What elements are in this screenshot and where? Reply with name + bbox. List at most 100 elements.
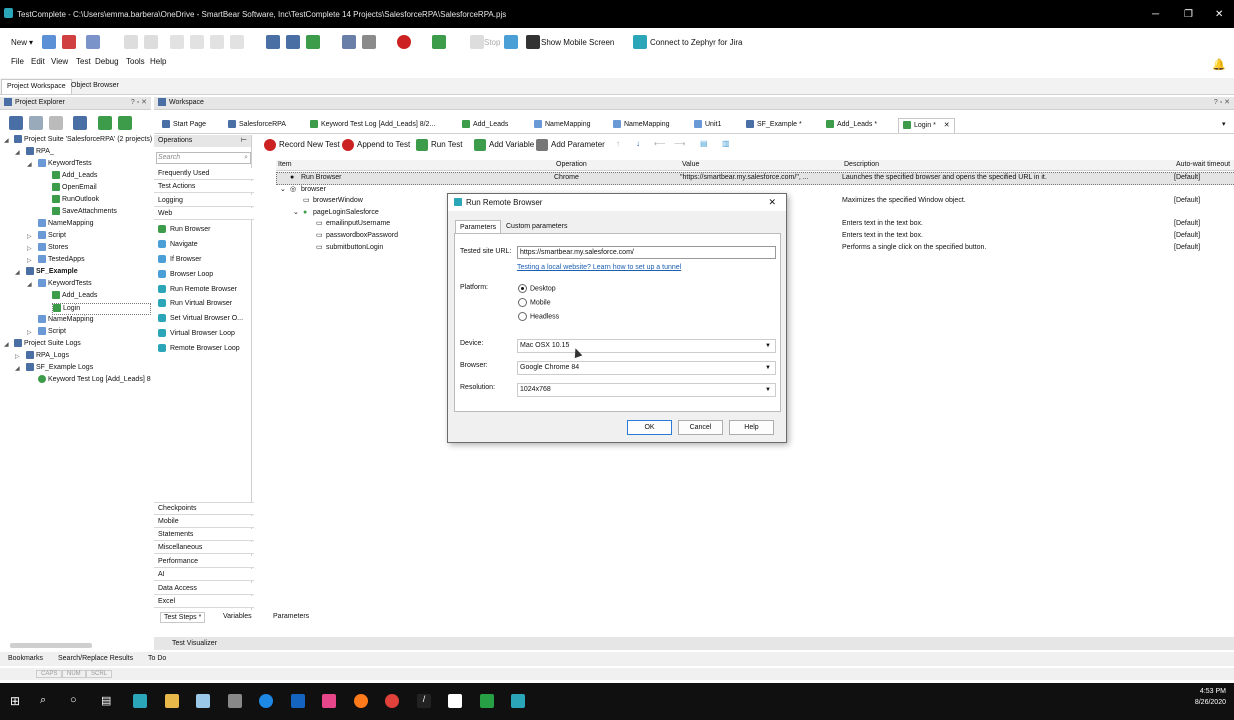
tab-object-browser[interactable]: Object Browser bbox=[66, 79, 124, 93]
append-to-test-button[interactable]: Append to Test bbox=[342, 139, 410, 151]
doc-tab[interactable]: Add_Leads bbox=[462, 118, 508, 132]
move-right-icon[interactable]: ⟶ bbox=[674, 139, 685, 148]
add-variable-button[interactable]: Add Variable bbox=[474, 139, 534, 151]
category-checkpoints[interactable]: Checkpoints bbox=[154, 502, 254, 515]
tab-project-workspace[interactable]: Project Workspace bbox=[1, 79, 72, 94]
dialog-close-icon[interactable]: ✕ bbox=[768, 194, 776, 211]
resolution-select[interactable]: 1024x768 ▼ bbox=[517, 383, 776, 397]
cell-timeout[interactable]: [Default] bbox=[1174, 173, 1200, 183]
tree-node[interactable]: NameMapping bbox=[38, 219, 94, 229]
open-icon[interactable] bbox=[42, 35, 56, 49]
doc-tab[interactable]: SF_Example * bbox=[746, 118, 802, 132]
collapse-icon[interactable]: ◢ bbox=[27, 161, 32, 168]
tree-node[interactable]: Add_Leads bbox=[52, 291, 97, 301]
category-excel[interactable]: Excel bbox=[154, 596, 254, 608]
tab-list-dropdown-icon[interactable]: ▾ bbox=[1222, 118, 1226, 132]
category-miscellaneous[interactable]: Miscellaneous bbox=[154, 542, 254, 554]
add-item-tree-icon[interactable] bbox=[29, 116, 43, 130]
device-select[interactable]: Mac OSX 10.15 ▼ bbox=[517, 339, 776, 353]
menu-tools[interactable]: Tools bbox=[126, 57, 145, 66]
tree-node[interactable]: RPA_Logs bbox=[26, 351, 69, 361]
cell-operation[interactable]: Chrome bbox=[554, 173, 579, 183]
tab-test-steps[interactable]: Test Steps * bbox=[160, 612, 206, 623]
testcomplete-taskbar-icon[interactable] bbox=[511, 694, 525, 708]
cell-item[interactable]: pageLoginSalesforce bbox=[313, 208, 379, 218]
collapse-icon[interactable]: ◢ bbox=[15, 149, 20, 156]
add-existing-item-icon[interactable] bbox=[286, 35, 300, 49]
op-if-browser[interactable]: If Browser bbox=[158, 254, 202, 265]
category-test-actions[interactable]: Test Actions bbox=[154, 181, 254, 193]
run-selected-icon[interactable] bbox=[118, 116, 132, 130]
test-visualizer-bar[interactable]: Test Visualizer bbox=[154, 637, 1234, 650]
edge-icon[interactable] bbox=[259, 694, 273, 708]
op-set-virtual-browser[interactable]: Set Virtual Browser O... bbox=[158, 313, 243, 324]
col-header-value[interactable]: Value bbox=[680, 160, 843, 171]
op-run-virtual-browser[interactable]: Run Virtual Browser bbox=[158, 298, 232, 309]
browser-select[interactable]: Google Chrome 84 ▼ bbox=[517, 361, 776, 375]
zephyr-icon[interactable] bbox=[633, 35, 647, 49]
tab-variables[interactable]: Variables bbox=[220, 612, 255, 621]
tunnel-help-link[interactable]: Testing a local website? Learn how to se… bbox=[517, 264, 681, 271]
expand-icon[interactable]: ▷ bbox=[27, 245, 32, 252]
tree-node[interactable]: Add_Leads bbox=[52, 171, 97, 181]
search-icon[interactable]: ⌕ bbox=[40, 694, 54, 708]
tree-node[interactable]: SF_Example Logs bbox=[26, 363, 93, 373]
comment-icon[interactable]: ▤ bbox=[700, 139, 708, 148]
app-icon[interactable] bbox=[448, 694, 462, 708]
doc-tab[interactable]: SalesforceRPA bbox=[228, 118, 286, 132]
app-icon[interactable] bbox=[196, 694, 210, 708]
cell-value[interactable]: "https://smartbear.my.salesforce.com/", … bbox=[680, 173, 809, 183]
tree-node[interactable]: TestedApps bbox=[38, 255, 85, 265]
cell-item[interactable]: submitbuttonLogin bbox=[326, 243, 383, 253]
paste-icon[interactable] bbox=[210, 35, 224, 49]
move-left-icon[interactable]: ⟵ bbox=[654, 139, 665, 148]
stop-button[interactable]: Stop bbox=[484, 38, 500, 47]
expand-icon[interactable]: ▷ bbox=[27, 233, 32, 240]
collapse-row-icon[interactable]: ⌄ bbox=[280, 185, 286, 195]
tree-node[interactable]: KeywordTests bbox=[38, 279, 92, 289]
new-dropdown-icon[interactable]: ▾ bbox=[29, 38, 33, 47]
tab-bookmarks[interactable]: Bookmarks bbox=[8, 652, 43, 666]
record-new-test-button[interactable]: Record New Test bbox=[264, 139, 340, 151]
object-spy-icon[interactable] bbox=[504, 35, 518, 49]
tree-node[interactable]: OpenEmail bbox=[52, 183, 97, 193]
stop-icon[interactable] bbox=[470, 35, 484, 49]
tree-node[interactable]: RPA_ bbox=[26, 147, 54, 157]
tree-node[interactable]: KeywordTests bbox=[38, 159, 92, 169]
close-window-button[interactable]: ✕ bbox=[1215, 9, 1223, 20]
category-mobile[interactable]: Mobile bbox=[154, 516, 254, 528]
run-test-button[interactable]: Run Test bbox=[416, 139, 462, 151]
tree-horizontal-scrollbar[interactable] bbox=[10, 643, 92, 648]
pin-icon[interactable]: ⊢ bbox=[241, 135, 247, 147]
category-web[interactable]: Web bbox=[154, 208, 254, 220]
move-up-icon[interactable]: ↑ bbox=[616, 139, 620, 148]
tree-node[interactable]: Script bbox=[38, 327, 66, 337]
outlook-icon[interactable] bbox=[291, 694, 305, 708]
move-down-icon[interactable]: ↓ bbox=[636, 139, 640, 148]
col-header-item[interactable]: Item bbox=[276, 160, 555, 171]
add-project-icon[interactable] bbox=[9, 116, 23, 130]
category-logging[interactable]: Logging bbox=[154, 195, 254, 207]
op-virtual-browser-loop[interactable]: Virtual Browser Loop bbox=[158, 328, 235, 339]
tree-node[interactable]: NameMapping bbox=[38, 315, 94, 325]
record-icon[interactable] bbox=[342, 35, 356, 49]
collapse-icon[interactable]: ◢ bbox=[15, 365, 20, 372]
cancel-button[interactable]: Cancel bbox=[678, 420, 723, 435]
excel-icon[interactable] bbox=[480, 694, 494, 708]
doc-tab[interactable]: NameMapping bbox=[613, 118, 670, 132]
add-item-icon[interactable] bbox=[266, 35, 280, 49]
op-remote-browser-loop[interactable]: Remote Browser Loop bbox=[158, 343, 240, 354]
connect-zephyr-button[interactable]: Connect to Zephyr for Jira bbox=[650, 38, 742, 47]
category-statements[interactable]: Statements bbox=[154, 529, 254, 541]
category-data-access[interactable]: Data Access bbox=[154, 583, 254, 595]
tab-parameters[interactable]: Parameters bbox=[270, 612, 312, 621]
cut-icon[interactable] bbox=[170, 35, 184, 49]
cell-item[interactable]: browser bbox=[301, 185, 326, 195]
op-browser-loop[interactable]: Browser Loop bbox=[158, 269, 213, 280]
expand-icon[interactable]: ▷ bbox=[27, 329, 32, 336]
tab-custom-parameters[interactable]: Custom parameters bbox=[502, 220, 571, 233]
op-run-remote-browser[interactable]: Run Remote Browser bbox=[158, 284, 237, 295]
menu-test[interactable]: Test bbox=[76, 57, 91, 66]
file-explorer-icon[interactable] bbox=[165, 694, 179, 708]
tab-parameters-dialog[interactable]: Parameters bbox=[455, 220, 502, 234]
